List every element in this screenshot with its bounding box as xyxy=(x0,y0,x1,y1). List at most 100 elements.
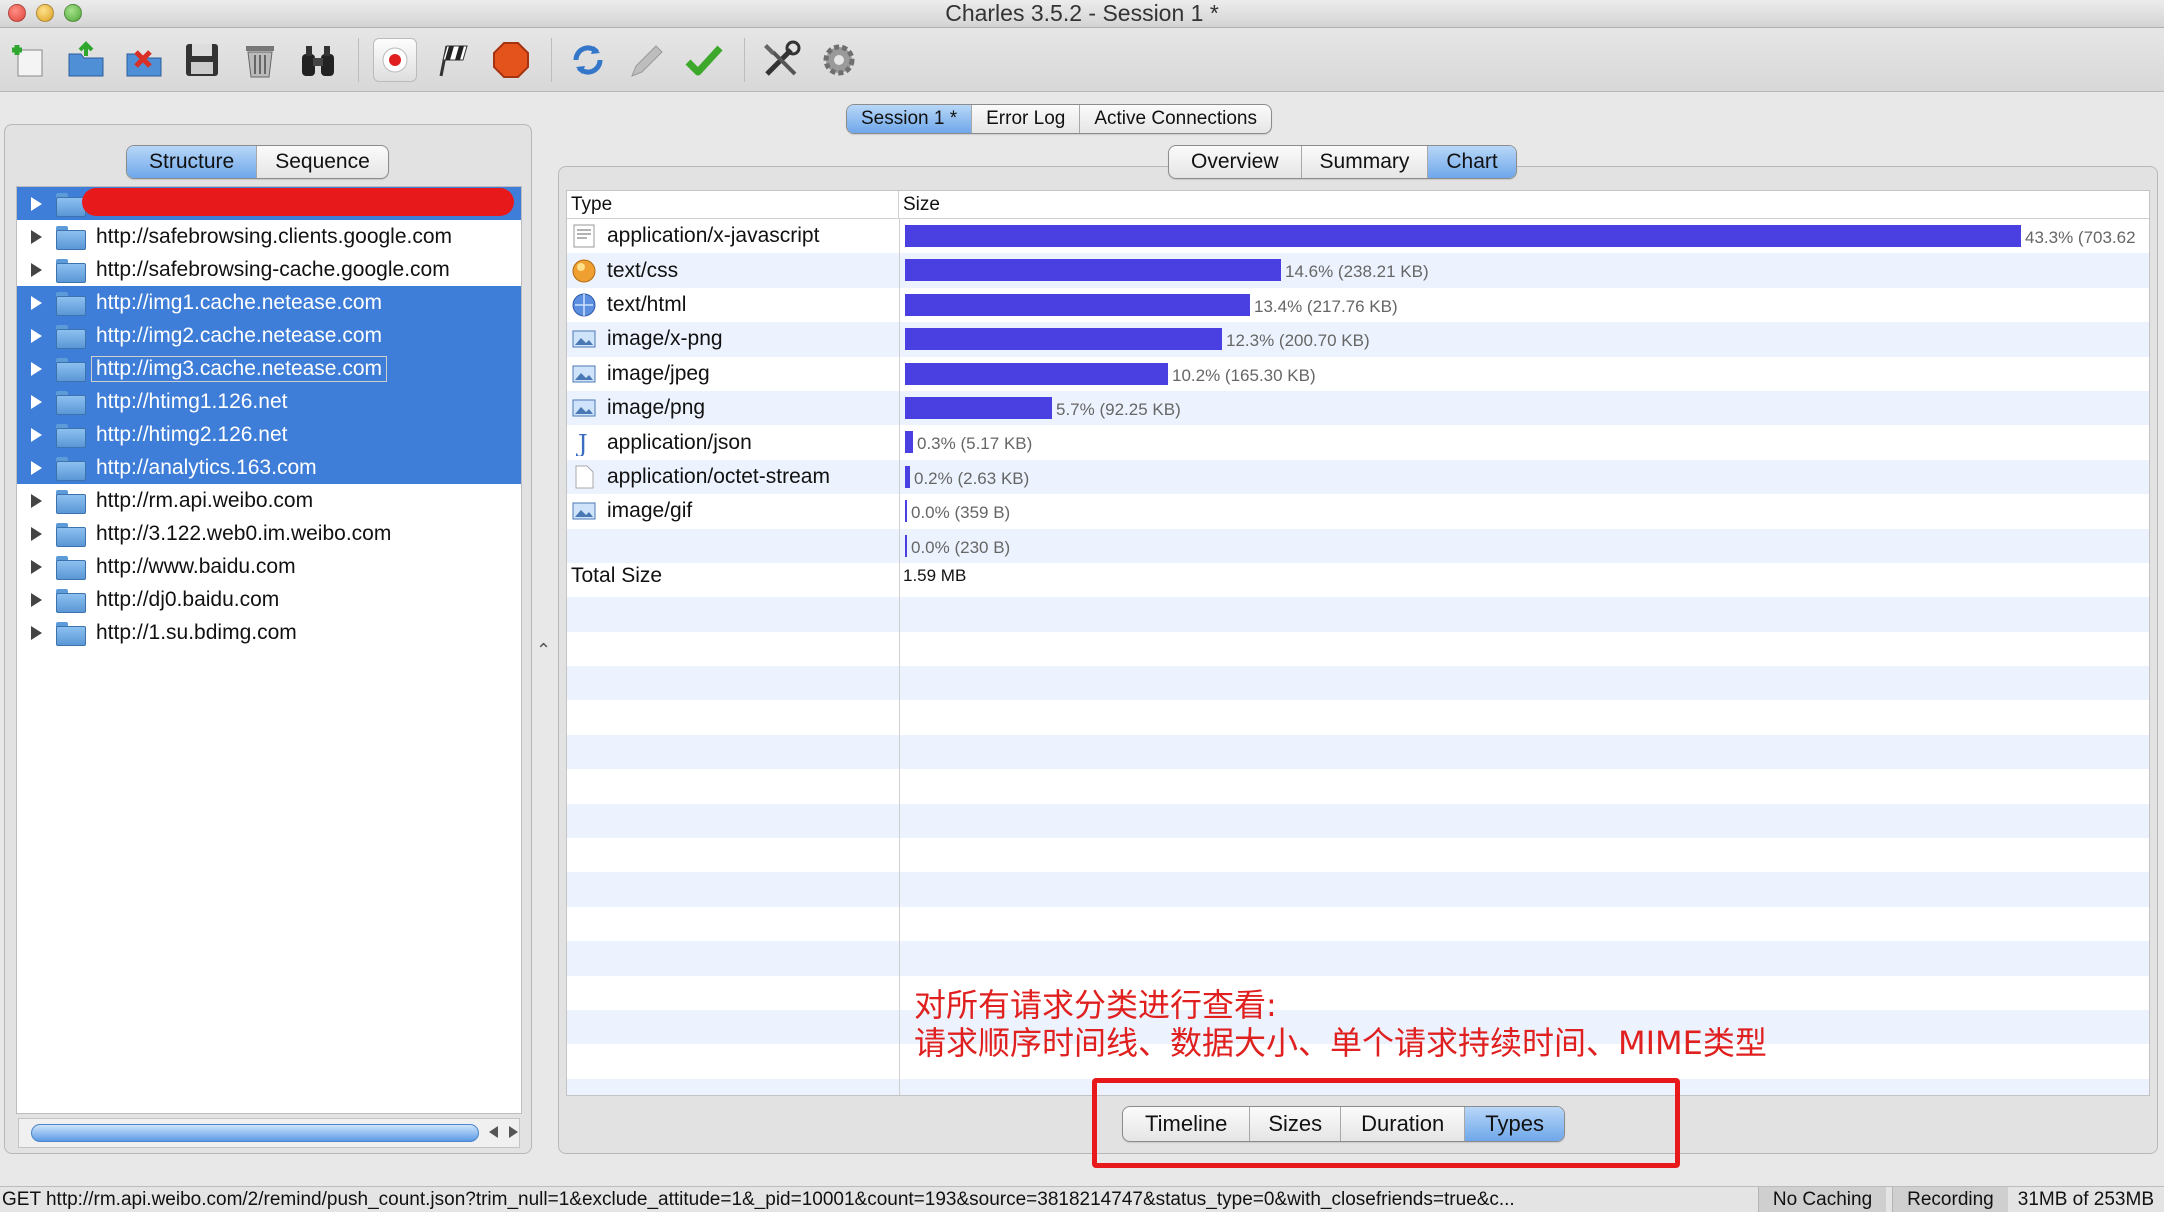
tree-row[interactable]: http://img3.cache.netease.com xyxy=(17,352,521,385)
annotation-line-2: 请求顺序时间线、数据大小、单个请求持续时间、MIME类型 xyxy=(914,1024,1767,1062)
css-icon xyxy=(571,258,597,284)
folder-icon xyxy=(56,489,86,514)
type-cell: Japplication/json xyxy=(567,425,899,459)
tab-error-log[interactable]: Error Log xyxy=(972,105,1081,133)
zoom-window-button[interactable] xyxy=(64,4,82,22)
validate-icon xyxy=(685,45,723,75)
disclosure-triangle-icon[interactable] xyxy=(31,427,42,442)
chart-row[interactable]: application/x-javascript 43.3% (703.62 xyxy=(567,219,2149,253)
tab-active-connections[interactable]: Active Connections xyxy=(1080,105,1271,133)
new-session-button[interactable] xyxy=(6,38,50,82)
size-cell: 5.7% (92.25 KB) xyxy=(899,391,2149,425)
tree-row[interactable]: http://analytics.163.com xyxy=(17,451,521,484)
find-icon xyxy=(302,45,334,76)
tree-row[interactable]: http://htimg1.126.net xyxy=(17,385,521,418)
chart-row[interactable]: image/jpeg 10.2% (165.30 KB) xyxy=(567,357,2149,391)
minimize-window-button[interactable] xyxy=(36,4,54,22)
repeat-icon xyxy=(573,44,603,75)
tab-structure[interactable]: Structure xyxy=(127,146,258,178)
chart-row[interactable]: text/css 14.6% (238.21 KB) xyxy=(567,253,2149,287)
tree-row[interactable]: http://img2.cache.netease.com xyxy=(17,319,521,352)
disclosure-triangle-icon[interactable] xyxy=(31,295,42,310)
size-bar xyxy=(905,259,1281,282)
tree-row[interactable]: http://dj0.baidu.com xyxy=(17,583,521,616)
folder-icon xyxy=(56,456,86,481)
split-divider-caret-icon[interactable]: ⌃ xyxy=(536,640,551,661)
repeat-button[interactable] xyxy=(566,38,610,82)
header-type[interactable]: Type xyxy=(567,191,899,218)
chart-row[interactable]: text/html 13.4% (217.76 KB) xyxy=(567,288,2149,322)
tree-row[interactable]: http://safebrowsing-cache.google.com xyxy=(17,253,521,286)
disclosure-triangle-icon[interactable] xyxy=(31,361,42,376)
table-stripe xyxy=(567,632,2149,666)
highlight-box xyxy=(1092,1078,1680,1168)
tree-row[interactable]: http://3.122.web0.im.weibo.com xyxy=(17,517,521,550)
scroll-right-icon[interactable] xyxy=(509,1126,518,1138)
new-session-icon xyxy=(12,44,43,76)
type-cell: text/html xyxy=(567,288,899,322)
clear-button[interactable] xyxy=(238,38,282,82)
tab-sequence[interactable]: Sequence xyxy=(257,146,388,178)
horizontal-scrollbar[interactable] xyxy=(18,1118,520,1148)
chart-row[interactable]: 0.0% (230 B) xyxy=(567,529,2149,563)
record-button[interactable] xyxy=(373,37,417,82)
disclosure-triangle-icon[interactable] xyxy=(31,196,42,211)
scrollbar-thumb[interactable] xyxy=(31,1124,479,1142)
disclosure-triangle-icon[interactable] xyxy=(31,394,42,409)
size-cell: 10.2% (165.30 KB) xyxy=(899,357,2149,391)
edit-button[interactable] xyxy=(624,38,668,82)
clear-icon xyxy=(246,45,274,77)
tree-row[interactable]: http://www.baidu.com xyxy=(17,550,521,583)
disclosure-triangle-icon[interactable] xyxy=(31,229,42,244)
disclosure-triangle-icon[interactable] xyxy=(31,559,42,574)
disclosure-triangle-icon[interactable] xyxy=(31,592,42,607)
disclosure-triangle-icon[interactable] xyxy=(31,262,42,277)
type-label: text/css xyxy=(607,258,679,282)
chart-row[interactable]: application/octet-stream 0.2% (2.63 KB) xyxy=(567,460,2149,494)
throttle-button[interactable] xyxy=(431,38,475,82)
tree-row[interactable]: http://1.su.bdimg.com xyxy=(17,616,521,649)
disclosure-triangle-icon[interactable] xyxy=(31,460,42,475)
chart-row[interactable]: image/x-png 12.3% (200.70 KB) xyxy=(567,322,2149,356)
size-bar-label: 14.6% (238.21 KB) xyxy=(1285,262,1429,282)
no-caching-badge[interactable]: No Caching xyxy=(1757,1186,1887,1212)
tab-session-1[interactable]: Session 1 * xyxy=(847,105,973,133)
size-bar-label: 10.2% (165.30 KB) xyxy=(1172,365,1316,385)
settings-button[interactable] xyxy=(817,38,861,82)
tree-row[interactable]: http://safebrowsing.clients.google.com xyxy=(17,220,521,253)
chart-row[interactable]: Japplication/json 0.3% (5.17 KB) xyxy=(567,425,2149,459)
scroll-left-icon[interactable] xyxy=(489,1126,498,1138)
size-cell: 13.4% (217.76 KB) xyxy=(899,288,2149,322)
tab-overview[interactable]: Overview xyxy=(1169,146,1302,178)
table-stripe xyxy=(567,838,2149,872)
size-bar xyxy=(905,500,907,523)
disclosure-triangle-icon[interactable] xyxy=(31,526,42,541)
size-bar xyxy=(905,293,1250,316)
toolbar-separator xyxy=(551,37,552,82)
chart-row[interactable]: image/png 5.7% (92.25 KB) xyxy=(567,391,2149,425)
image-icon xyxy=(571,326,597,352)
close-window-button[interactable] xyxy=(8,4,26,22)
chart-row[interactable]: image/gif 0.0% (359 B) xyxy=(567,494,2149,528)
header-size[interactable]: Size xyxy=(899,191,940,218)
folder-icon xyxy=(56,324,86,349)
tools-button[interactable] xyxy=(759,38,803,82)
json-icon: J xyxy=(571,430,597,458)
open-icon xyxy=(68,40,104,76)
disclosure-triangle-icon[interactable] xyxy=(31,625,42,640)
close-session-button[interactable] xyxy=(122,38,166,82)
open-button[interactable] xyxy=(64,38,108,82)
tab-summary[interactable]: Summary xyxy=(1302,146,1429,178)
tab-chart[interactable]: Chart xyxy=(1428,146,1516,178)
validate-button[interactable] xyxy=(682,38,726,82)
save-button[interactable] xyxy=(180,38,224,82)
tree-row[interactable]: http://rm.api.weibo.com xyxy=(17,484,521,517)
redaction-mark xyxy=(82,188,514,216)
disclosure-triangle-icon[interactable] xyxy=(31,493,42,508)
find-button[interactable] xyxy=(296,38,340,82)
tree-row[interactable]: http://img1.cache.netease.com xyxy=(17,286,521,319)
recording-badge[interactable]: Recording xyxy=(1892,1186,2008,1212)
tree-row[interactable]: http://htimg2.126.net xyxy=(17,418,521,451)
disclosure-triangle-icon[interactable] xyxy=(31,328,42,343)
breakpoints-button[interactable] xyxy=(489,38,533,82)
